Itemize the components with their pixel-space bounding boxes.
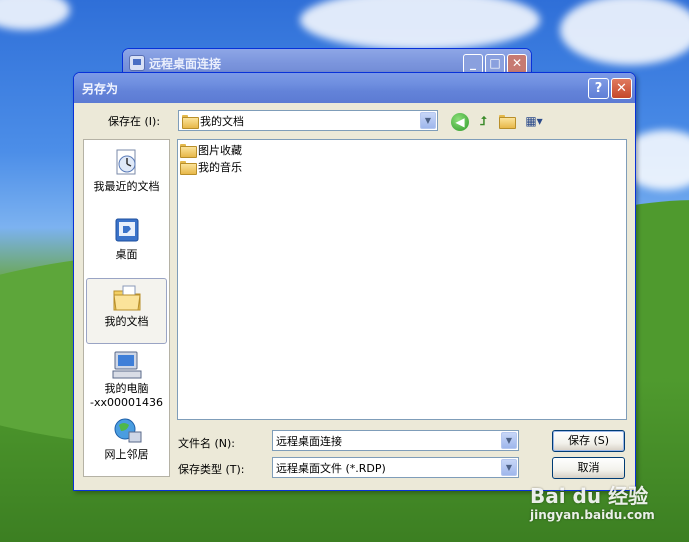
- list-item[interactable]: 我的音乐: [180, 159, 242, 175]
- dialog-close-button[interactable]: ✕: [611, 78, 632, 99]
- filetype-label: 保存类型 (T):: [178, 463, 245, 476]
- dialog-titlebar[interactable]: 另存为: [74, 73, 635, 103]
- save-in-dropdown[interactable]: 我的文档 ▼: [178, 110, 438, 131]
- file-list[interactable]: 图片收藏 我的音乐: [177, 139, 627, 420]
- place-desktop[interactable]: 桌面: [86, 212, 167, 278]
- close-button[interactable]: ✕: [507, 54, 527, 74]
- recent-documents-icon: [111, 148, 143, 178]
- place-network[interactable]: 网上邻居: [86, 412, 167, 478]
- places-bar: 我最近的文档 桌面 我的文档 我的电脑 -xx00001436 网上邻居: [83, 139, 170, 477]
- cancel-button[interactable]: 取消: [552, 457, 625, 479]
- chevron-down-icon[interactable]: ▼: [501, 432, 517, 449]
- back-icon[interactable]: ◀: [451, 113, 469, 131]
- chevron-down-icon[interactable]: ▼: [420, 112, 436, 129]
- remote-desktop-icon: [129, 55, 145, 71]
- maximize-button[interactable]: □: [485, 54, 505, 74]
- place-label: 我的文档: [104, 315, 149, 328]
- remote-desktop-title: 远程桌面连接: [149, 56, 222, 71]
- help-button[interactable]: ?: [588, 78, 609, 99]
- minimize-button[interactable]: _: [463, 54, 483, 74]
- place-my-computer[interactable]: 我的电脑 -xx00001436: [86, 346, 167, 418]
- filename-label: 文件名 (N):: [178, 437, 236, 450]
- place-recent-documents[interactable]: 我最近的文档: [86, 144, 167, 210]
- baidu-jingyan-url: jingyan.baidu.com: [530, 508, 655, 522]
- views-menu-icon[interactable]: ▦▾: [522, 112, 546, 130]
- file-name: 图片收藏: [198, 144, 242, 157]
- computer-name-label: -xx00001436: [90, 396, 163, 409]
- place-my-documents[interactable]: 我的文档: [86, 278, 167, 344]
- up-folder-icon[interactable]: ⮥: [474, 112, 492, 130]
- save-in-label: 保存在 (I):: [108, 115, 161, 128]
- new-folder-icon[interactable]: [497, 112, 516, 130]
- filetype-dropdown[interactable]: 远程桌面文件 (*.RDP) ▼: [272, 457, 519, 478]
- dialog-title: 另存为: [82, 81, 119, 96]
- new-folder-glyph-icon: [498, 115, 516, 129]
- my-documents-icon: [111, 283, 143, 313]
- filetype-value: 远程桌面文件 (*.RDP): [276, 461, 386, 475]
- save-in-value: 我的文档: [200, 114, 244, 128]
- file-name: 我的音乐: [198, 161, 242, 174]
- baidu-jingyan-logo: Bai du 经验: [530, 484, 649, 508]
- filename-input[interactable]: 远程桌面连接 ▼: [272, 430, 519, 451]
- save-button[interactable]: 保存 (S): [552, 430, 625, 452]
- desktop-icon: [111, 216, 143, 246]
- chevron-down-icon[interactable]: ▼: [501, 459, 517, 476]
- place-label: 网上邻居: [104, 448, 149, 461]
- folder-icon: [182, 114, 199, 129]
- save-as-dialog: 另存为 ? ✕ 保存在 (I): 我的文档 ▼ ◀ ⮥ ▦▾ 我最近的文档 桌面…: [73, 72, 636, 491]
- place-label: 我最近的文档: [93, 180, 160, 193]
- folder-icon: [180, 144, 197, 158]
- network-places-icon: [111, 416, 143, 446]
- place-label: 我的电脑: [104, 382, 149, 395]
- my-computer-icon: [111, 350, 143, 380]
- folder-icon: [180, 161, 197, 175]
- filename-value: 远程桌面连接: [276, 434, 342, 448]
- place-label: 桌面: [115, 248, 138, 261]
- list-item[interactable]: 图片收藏: [180, 142, 242, 158]
